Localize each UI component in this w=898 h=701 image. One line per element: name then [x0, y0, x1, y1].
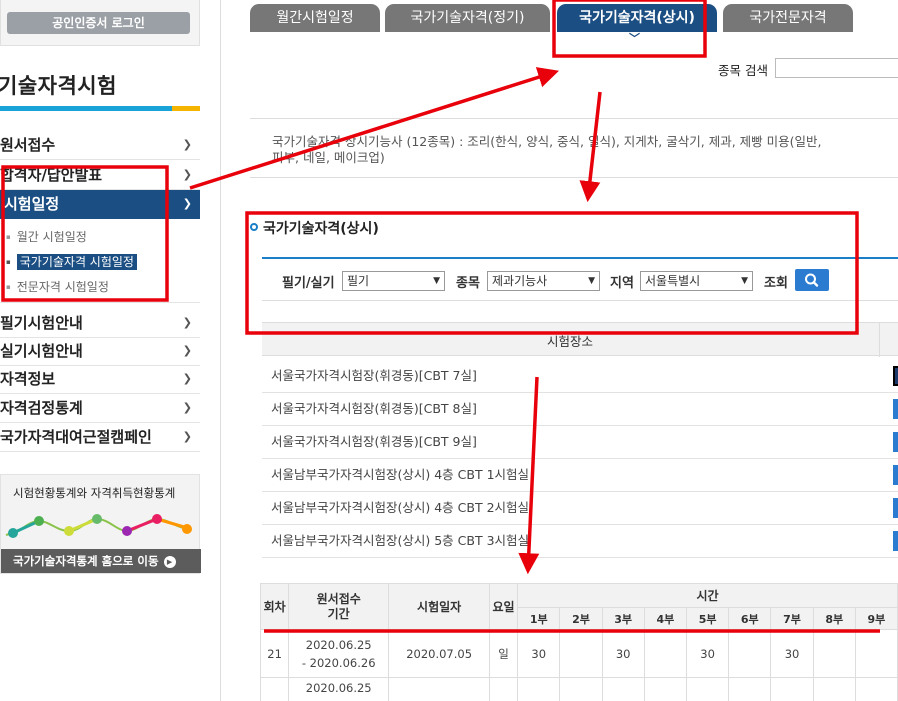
place-row[interactable]: 서울남부국가자격시험장(상시) 4층 CBT 1시험실 [262, 459, 898, 492]
filter-region-label: 지역 [610, 276, 634, 291]
menu-application[interactable]: 원서접수 ❯ [0, 131, 200, 160]
statistics-banner[interactable]: 시험현황통계와 자격취득현황통계 국가기술자격통계 홈으로 이동 ▶ [0, 474, 201, 574]
places-header-label: 시험장소 [547, 334, 594, 349]
schedule-row: 21 2020.06.25- 2020.06.26 2020.07.05 일 3… [259, 629, 898, 678]
slot-cell[interactable] [812, 629, 856, 678]
place-row[interactable]: 서울남부국가자격시험장(상시) 5층 CBT 3시험실 [262, 525, 898, 558]
bullet-ring-icon [250, 223, 258, 231]
slot-cell[interactable]: 30 [685, 629, 730, 678]
submenu-monthly[interactable]: 월간 시험일정 [6, 228, 87, 245]
sidebar-divider [220, 0, 221, 701]
slot-cell[interactable] [559, 629, 603, 678]
place-row[interactable]: 서울국가자격시험장(휘경동)[CBT 9실] [262, 426, 898, 459]
header-slot: 6부 [728, 607, 772, 630]
menu-statistics[interactable]: 자격검정통계 ❯ [0, 394, 200, 423]
tab-national-professional[interactable]: 국가전문자격 [723, 4, 853, 32]
arrow-right-icon: ▶ [163, 555, 176, 568]
slot-cell[interactable] [854, 629, 898, 678]
header-slot: 7부 [770, 607, 814, 630]
chevron-down-icon: ❯ [182, 372, 192, 385]
select-button[interactable] [893, 498, 898, 518]
dropdown-arrow-icon: ▼ [741, 276, 748, 286]
tab-national-regular[interactable]: 국가기술자격(정기) [385, 4, 550, 32]
header-slot: 5부 [685, 607, 730, 630]
header-slot: 3부 [601, 607, 645, 630]
slot-cell[interactable] [643, 629, 687, 678]
header-application-period: 원서접수 기간 [288, 583, 390, 630]
place-row[interactable]: 서울국가자격시험장(휘경동)[CBT 8실] [262, 393, 898, 426]
filter-item-label: 종목 [456, 276, 480, 291]
statistics-banner-title: 시험현황통계와 자격취득현황통계 [13, 486, 176, 500]
tab-caret-icon: ﹀ [629, 32, 640, 45]
search-button[interactable] [795, 269, 829, 291]
schedule-table: 회차 원서접수 기간 시험일자 요일 시간 1부 2부 3부 4부 5부 6부 … [259, 583, 898, 701]
header-weekday: 요일 [489, 583, 519, 630]
certificate-login-button[interactable]: 공인인증서 로그인 [7, 12, 190, 34]
tab-national-permanent[interactable]: 국가기술자격(상시) [557, 4, 717, 32]
search-icon [805, 273, 819, 287]
dropdown-arrow-icon: ▼ [433, 276, 440, 286]
menu-practical-exam[interactable]: 실기시험안내 ❯ [0, 337, 200, 366]
menu-qualification-info[interactable]: 자격정보 ❯ [0, 365, 200, 394]
slot-cell[interactable] [728, 629, 772, 678]
slot-cell[interactable]: 30 [517, 629, 561, 678]
schedule-submenu: 월간 시험일정 국가기술자격 시험일정 전문자격 시험일정 [0, 219, 200, 303]
filter-region-select[interactable]: 서울특별시 ▼ [640, 271, 753, 291]
menu-results[interactable]: 합격자/답안발표 ❯ [0, 161, 200, 190]
filter-item-select[interactable]: 제과기능사 ▼ [487, 271, 600, 291]
select-button[interactable] [893, 465, 898, 485]
sidebar-title: 기술자격시험 [0, 74, 117, 98]
tab-monthly-schedule[interactable]: 월간시험일정 [250, 4, 380, 32]
chevron-down-icon: ❯ [182, 316, 192, 329]
chevron-down-icon: ❯ [182, 138, 192, 151]
description-text: 국가기술자격 상시기능사 (12종목) : 조리(한식, 양식, 중식, 일식)… [272, 134, 822, 165]
chevron-down-icon: ❯ [182, 168, 192, 181]
chevron-down-icon: ❯ [182, 401, 192, 414]
header-slot: 2부 [559, 607, 603, 630]
item-search-label: 종목 검색 [718, 63, 768, 78]
header-round: 회차 [259, 583, 290, 630]
header-slot: 8부 [812, 607, 856, 630]
select-button[interactable] [893, 366, 898, 386]
title-underline [0, 106, 200, 111]
header-slot: 9부 [854, 607, 898, 630]
description-box: 국가기술자격 상시기능사 (12종목) : 조리(한식, 양식, 중식, 일식)… [250, 118, 898, 178]
header-exam-date: 시험일자 [388, 583, 491, 630]
login-box: 공인인증서 로그인 [0, 0, 200, 46]
header-slot: 1부 [517, 607, 561, 630]
select-button[interactable] [893, 432, 898, 452]
header-time: 시간 [517, 583, 898, 608]
dropdown-arrow-icon: ▼ [588, 276, 595, 286]
header-slot: 4부 [643, 607, 687, 630]
select-button[interactable] [893, 531, 898, 551]
statistics-graphic-icon [5, 514, 192, 538]
slot-cell[interactable]: 30 [770, 629, 814, 678]
submenu-national-technical[interactable]: 국가기술자격 시험일정 [6, 253, 137, 270]
places-table-header: 시험장소 [262, 322, 898, 357]
filter-type-label: 필기/실기 [282, 276, 335, 291]
section-title: 국가기술자격(상시) [250, 218, 379, 238]
chevron-down-icon: ❯ [182, 430, 192, 443]
chevron-down-icon: ❯ [182, 344, 192, 357]
select-button[interactable] [893, 399, 898, 419]
item-search-input[interactable] [775, 58, 898, 78]
sidebar: 공인인증서 로그인 기술자격시험 원서접수 ❯ 합격자/답안발표 ❯ 시험일정 … [0, 0, 201, 701]
menu-written-exam[interactable]: 필기시험안내 ❯ [0, 309, 200, 338]
filter-type-select[interactable]: 필기 ▼ [342, 271, 445, 291]
menu-schedule[interactable]: 시험일정 ❯ [0, 190, 200, 219]
place-row[interactable]: 서울국가자격시험장(휘경동)[CBT 7실] [262, 360, 898, 393]
menu-campaign[interactable]: 국가자격대여근절캠페인 ❯ [0, 423, 200, 452]
chevron-up-icon: ❯ [182, 197, 192, 210]
statistics-home-link[interactable]: 국가기술자격통계 홈으로 이동 ▶ [1, 549, 201, 573]
filter-submit-label: 조회 [764, 276, 788, 291]
place-row[interactable]: 서울남부국가자격시험장(상시) 4층 CBT 2시험실 [262, 492, 898, 525]
slot-cell[interactable]: 30 [601, 629, 645, 678]
filter-bar: 필기/실기 필기 ▼ 종목 제과기능사 ▼ 지역 서울특별시 ▼ 조회 [262, 257, 898, 301]
schedule-row: 2020.06.25 [259, 677, 898, 701]
submenu-professional[interactable]: 전문자격 시험일정 [6, 278, 109, 295]
